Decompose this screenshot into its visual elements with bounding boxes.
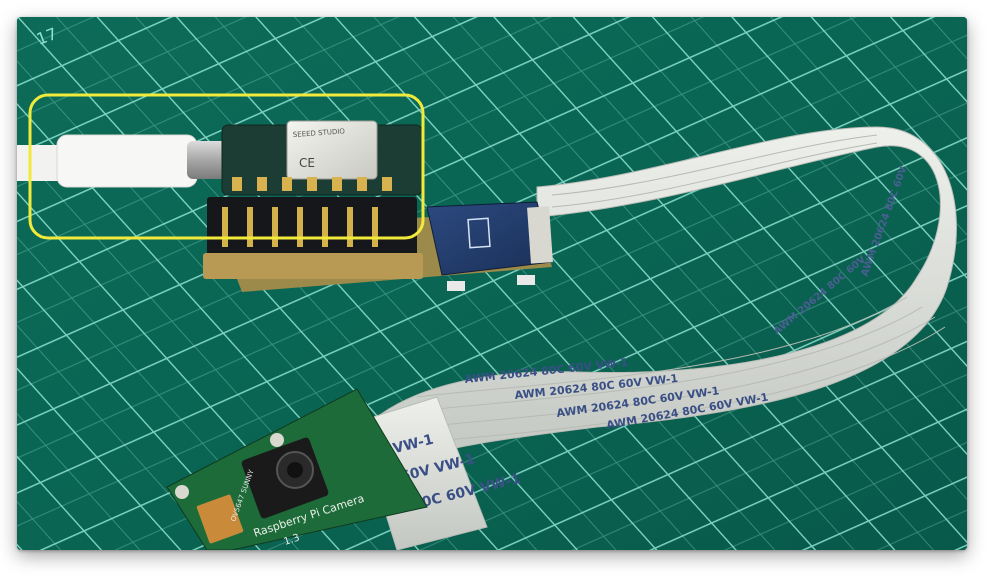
xiao-module: SEEED STUDIO CE [221,120,423,196]
photo-scene: 17 AWM 20624 80C 60V VW-1 AWM 20624 80C … [17,17,967,550]
ce-mark: CE [299,156,315,170]
photo-frame: 17 AWM 20624 80C 60V VW-1 AWM 20624 80C … [17,17,967,550]
